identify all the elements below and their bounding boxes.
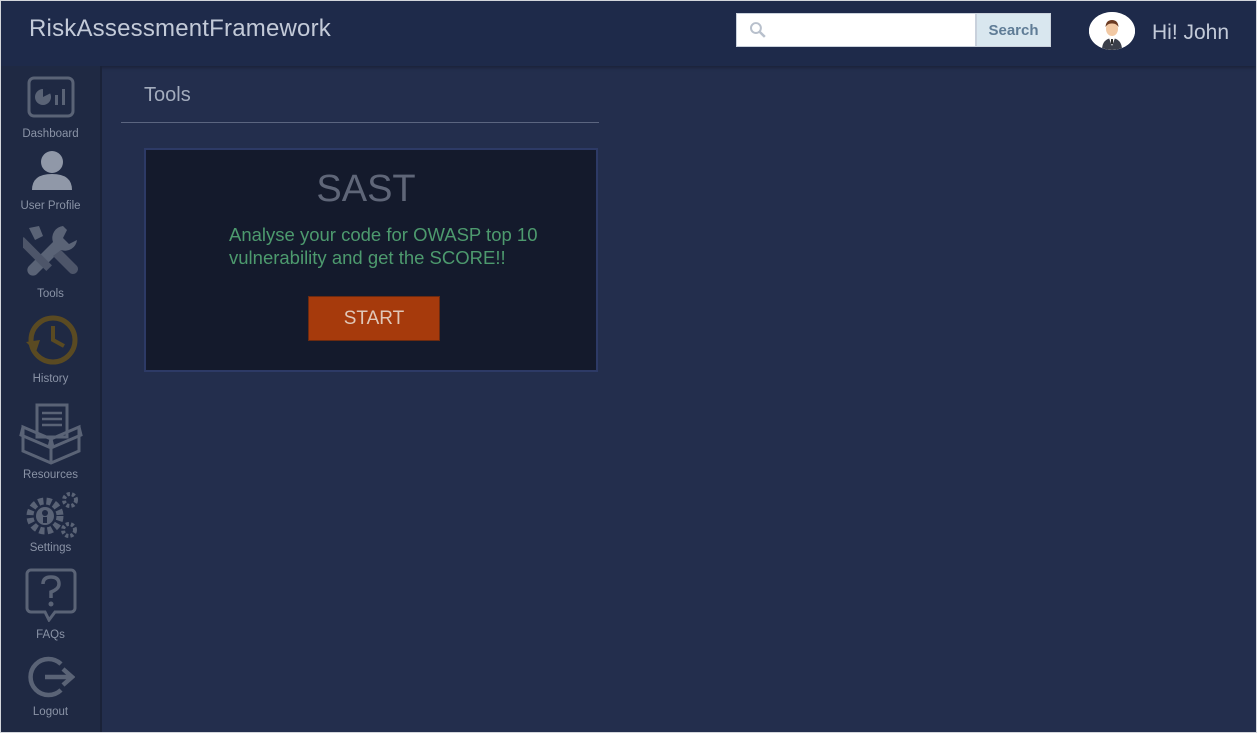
sast-tool-card: SAST Analyse your code for OWASP top 10 …: [144, 148, 598, 372]
user-icon: [32, 151, 72, 190]
logout-icon: [28, 656, 75, 698]
sidebar-label-history: History: [32, 373, 69, 385]
sidebar-label-dashboard: Dashboard: [22, 128, 79, 140]
history-icon: [26, 315, 78, 365]
app-title: RiskAssessmentFramework: [29, 15, 331, 42]
faq-icon: [25, 568, 77, 622]
section-divider: [121, 122, 599, 123]
start-button[interactable]: START: [308, 296, 440, 341]
card-description: Analyse your code for OWASP top 10 vulne…: [229, 224, 538, 268]
sidebar-item-history[interactable]: History: [1, 312, 100, 390]
sidebar-label-settings: Settings: [29, 542, 72, 554]
resources-icon: [19, 403, 83, 465]
sidebar-item-logout[interactable]: Logout: [1, 652, 100, 728]
card-title: SAST: [316, 168, 416, 210]
sidebar-label-faqs: FAQs: [36, 629, 65, 641]
sidebar-label-resources: Resources: [23, 469, 78, 481]
app-window: RiskAssessmentFramework Search Hi! John: [0, 0, 1257, 733]
user-greeting: Hi! John: [1152, 21, 1230, 44]
sidebar-item-dashboard[interactable]: Dashboard: [1, 76, 100, 144]
sidebar-label-user-profile: User Profile: [20, 200, 81, 212]
sidebar-item-settings[interactable]: Settings: [1, 492, 100, 556]
sidebar-item-faqs[interactable]: FAQs: [1, 568, 100, 642]
search-icon: [749, 22, 766, 38]
dashboard-icon: [27, 76, 75, 118]
section-title: Tools: [144, 84, 191, 106]
sidebar: Dashboard User Profile Tools History Res…: [1, 66, 102, 732]
sidebar-label-logout: Logout: [32, 706, 69, 718]
settings-icon: [26, 492, 78, 538]
tools-icon: [23, 226, 78, 276]
search-box[interactable]: [736, 13, 976, 47]
search-input[interactable]: [772, 15, 975, 45]
sidebar-label-tools: Tools: [37, 288, 64, 300]
user-avatar-icon[interactable]: [1089, 12, 1135, 50]
sidebar-item-user-profile[interactable]: User Profile: [1, 150, 100, 214]
sidebar-item-resources[interactable]: Resources: [1, 403, 100, 483]
sidebar-item-tools[interactable]: Tools: [1, 222, 100, 304]
top-bar: RiskAssessmentFramework Search Hi! John: [1, 1, 1256, 66]
search-button[interactable]: Search: [976, 13, 1051, 47]
